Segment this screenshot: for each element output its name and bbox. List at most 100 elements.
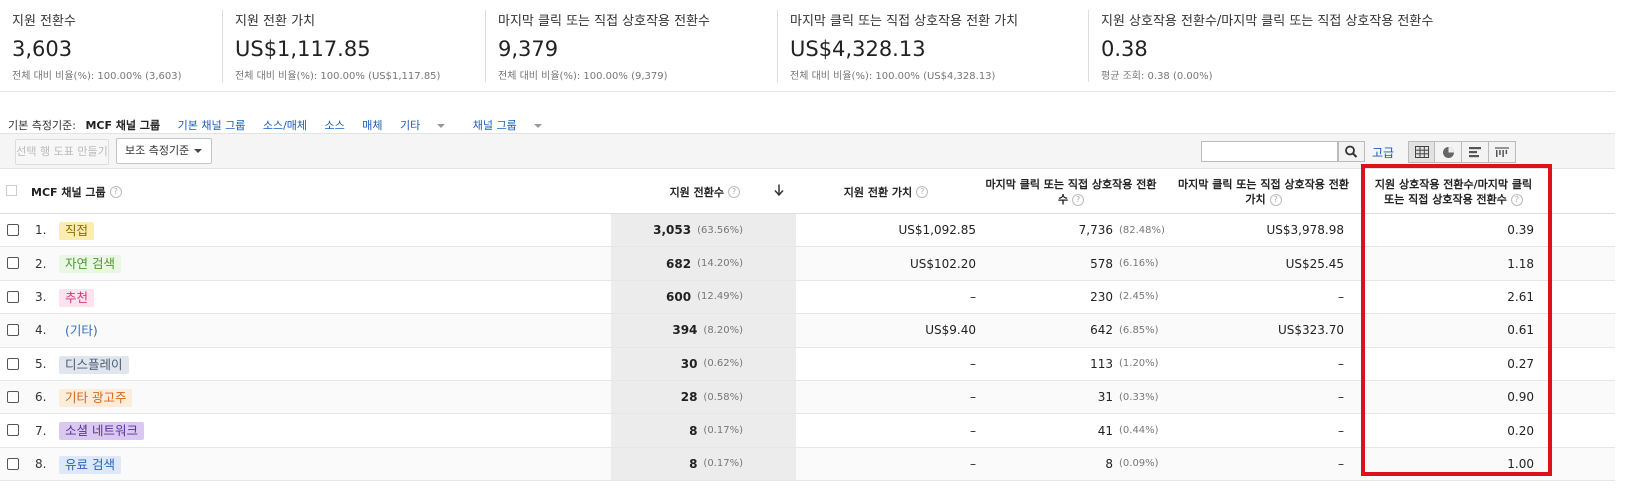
metric-label: 마지막 클릭 또는 직접 상호작용 전환 가치 <box>790 14 1019 29</box>
last-click-conversions-percent: (1.20%) <box>1119 358 1159 370</box>
last-click-conversions-percent: (0.09%) <box>1119 458 1159 470</box>
channel-group-dropdown[interactable]: 채널 그룹 <box>473 119 542 132</box>
table-row-2: 2. 자연 검색 682 (14.20%) US$102.20 578 (6.1… <box>0 247 1615 281</box>
column-header-dimension[interactable]: MCF 채널 그룹 ? <box>31 169 331 214</box>
row-index: 2. <box>35 256 47 271</box>
channel-group-label[interactable]: 직접 <box>59 222 95 240</box>
dimension-source-medium[interactable]: 소스/매체 <box>263 119 307 132</box>
cell-last-click-value: – <box>1338 390 1344 405</box>
cell-assisted-conversions: 8 (0.17%) <box>611 448 796 480</box>
metric-subtext: 전체 대비 비율(%): 100.00% (US$1,117.85) <box>235 71 441 82</box>
row-index: 6. <box>35 390 47 405</box>
cell-assisted-value: US$102.20 <box>909 256 976 271</box>
cell-assisted-value: – <box>970 423 976 438</box>
row-checkbox[interactable] <box>7 257 19 270</box>
row-checkbox[interactable] <box>7 290 19 303</box>
column-header-assisted-value[interactable]: 지원 전환 가치 ? <box>796 169 976 214</box>
column-header-last-click-value[interactable]: 마지막 클릭 또는 직접 상호작용 전환 가치? <box>1166 169 1361 214</box>
cell-ratio: 1.00 <box>1507 456 1534 471</box>
channel-group-label[interactable]: 디스플레이 <box>59 355 129 374</box>
assisted-conversions-value: 600 <box>666 289 692 304</box>
row-checkbox[interactable] <box>7 457 19 470</box>
row-checkbox[interactable] <box>7 324 19 337</box>
dimension-default-channel-group[interactable]: 기본 채널 그룹 <box>178 119 246 132</box>
secondary-dimension-label: 보조 측정기준 <box>125 144 190 157</box>
help-icon[interactable]: ? <box>109 185 122 198</box>
cell-ratio: 0.90 <box>1507 390 1534 405</box>
dimension-mcf-channel-group: MCF 채널 그룹 <box>85 119 161 132</box>
cell-last-click-conversions: 31 (0.33%) <box>976 381 1166 413</box>
select-all-checkbox[interactable] <box>6 185 17 196</box>
cell-last-click-value: US$25.45 <box>1285 256 1344 271</box>
chevron-down-icon <box>194 149 202 153</box>
row-index: 1. <box>35 223 47 238</box>
help-icon[interactable]: ? <box>1269 193 1282 206</box>
column-header-label-line2: 또는 직접 상호작용 전환수 <box>1384 192 1507 206</box>
table-row-5: 5. 디스플레이 30 (0.62%) – 113 (1.20%) – 0.27 <box>0 347 1615 381</box>
metric-assisted-value: 지원 전환 가치 US$1,117.85 전체 대비 비율(%): 100.00… <box>222 10 485 82</box>
row-index: 7. <box>35 423 47 438</box>
cell-last-click-value: US$323.70 <box>1277 323 1344 338</box>
row-checkbox[interactable] <box>7 224 19 236</box>
last-click-conversions-value: 8 <box>1105 456 1113 471</box>
cell-assisted-value: – <box>970 356 976 371</box>
channel-group-label[interactable]: 유료 검색 <box>59 455 121 474</box>
row-index: 4. <box>35 323 47 338</box>
sort-descending-icon[interactable] <box>774 184 784 199</box>
channel-group-label[interactable]: (기타) <box>59 322 104 340</box>
metric-value: 3,603 <box>12 37 73 61</box>
advanced-filter-link[interactable]: 고급 <box>1372 144 1394 161</box>
cell-ratio: 0.20 <box>1507 423 1534 438</box>
view-performance-button[interactable] <box>1462 141 1489 163</box>
row-index: 8. <box>35 456 47 471</box>
channel-group-label[interactable]: 소셜 네트워크 <box>59 422 144 441</box>
row-checkbox[interactable] <box>7 390 19 403</box>
last-click-conversions-value: 113 <box>1090 356 1113 371</box>
cell-last-click-value: – <box>1338 289 1344 304</box>
table-body: 1. 직접 3,053 (63.56%) US$1,092.85 7,736 (… <box>0 214 1615 482</box>
secondary-dimension-dropdown[interactable]: 보조 측정기준 <box>116 138 212 164</box>
cell-assisted-value: – <box>970 289 976 304</box>
row-checkbox[interactable] <box>7 424 19 437</box>
view-table-button[interactable] <box>1408 141 1435 163</box>
help-icon[interactable]: ? <box>1510 193 1523 206</box>
assisted-conversions-value: 28 <box>680 390 698 405</box>
dimension-source[interactable]: 소스 <box>325 119 345 132</box>
help-icon[interactable]: ? <box>728 185 740 198</box>
plot-rows-button[interactable]: 선택 행 도표 만들기 <box>15 139 109 165</box>
cell-assisted-value: US$1,092.85 <box>898 223 976 238</box>
cell-ratio: 0.27 <box>1507 356 1534 371</box>
cell-last-click-conversions: 8 (0.09%) <box>976 448 1166 480</box>
cell-ratio: 1.18 <box>1507 256 1534 271</box>
channel-group-label[interactable]: 기타 광고주 <box>59 388 133 407</box>
assisted-conversions-percent: (0.58%) <box>703 391 743 403</box>
chevron-down-icon <box>437 124 446 128</box>
primary-dimension-label: 기본 측정기준: <box>8 119 76 132</box>
column-header-last-click-conversions[interactable]: 마지막 클릭 또는 직접 상호작용 전환 수? <box>976 169 1166 214</box>
view-pie-button[interactable] <box>1435 141 1462 163</box>
other-label: 기타 <box>400 119 421 132</box>
metric-assisted-conversions: 지원 전환수 3,603 전체 대비 비율(%): 100.00% (3,603… <box>0 10 222 82</box>
table-toolbar: 선택 행 도표 만들기 보조 측정기준 고급 <box>0 133 1615 169</box>
metric-value: US$4,328.13 <box>790 37 926 61</box>
column-header-label: 지원 전환 가치 <box>843 185 913 199</box>
column-header-assisted-conversions[interactable]: 지원 전환수 ? <box>611 169 796 214</box>
cell-last-click-value: – <box>1338 456 1344 471</box>
channel-group-label[interactable]: 추천 <box>59 288 95 307</box>
data-table: MCF 채널 그룹 ? 지원 전환수 ? 지원 전환 가치 ? 마지막 클릭 또… <box>0 169 1615 482</box>
dimension-other-dropdown[interactable]: 기타 <box>400 119 446 132</box>
assisted-conversions-percent: (0.62%) <box>703 358 743 370</box>
search-button[interactable] <box>1338 141 1365 162</box>
row-index: 3. <box>35 289 47 304</box>
help-icon[interactable]: ? <box>916 185 929 198</box>
last-click-conversions-percent: (82.48%) <box>1119 224 1165 236</box>
metric-value: 0.38 <box>1101 37 1148 61</box>
channel-group-label[interactable]: 자연 검색 <box>59 255 121 274</box>
dimension-medium[interactable]: 매체 <box>362 119 382 132</box>
row-checkbox[interactable] <box>7 357 19 370</box>
cell-last-click-conversions: 41 (0.44%) <box>976 414 1166 446</box>
column-header-ratio[interactable]: 지원 상호작용 전환수/마지막 클릭 또는 직접 상호작용 전환수? <box>1361 169 1546 214</box>
view-comparison-button[interactable] <box>1489 141 1516 163</box>
help-icon[interactable]: ? <box>1072 193 1085 206</box>
table-search-input[interactable] <box>1201 141 1338 162</box>
